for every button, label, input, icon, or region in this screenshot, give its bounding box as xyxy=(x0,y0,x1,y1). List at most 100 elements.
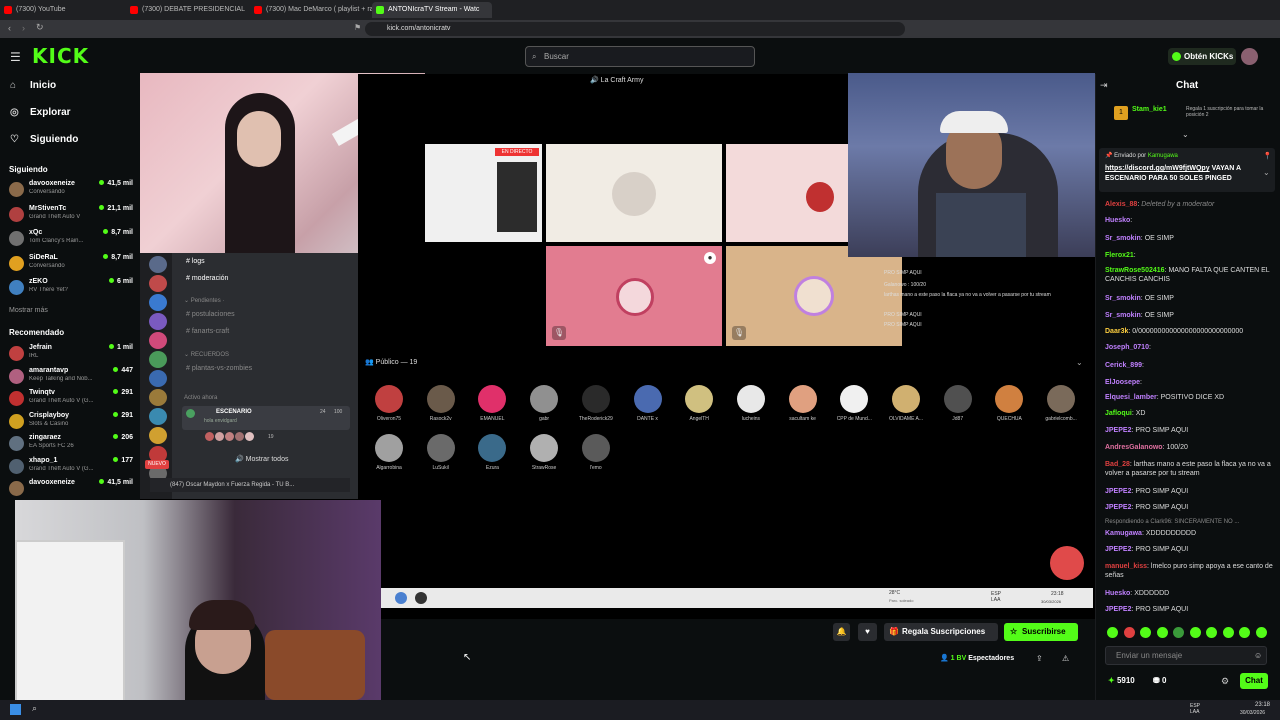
chat-username[interactable]: Cerick_899 xyxy=(1105,362,1142,369)
taskbar-date[interactable]: 30/03/2026 xyxy=(1240,710,1265,716)
expand-pinned-icon[interactable]: ⌄ xyxy=(1182,130,1189,139)
audience-member[interactable]: StrawRose xyxy=(530,434,560,478)
chat-username[interactable]: Elquesi_lamber xyxy=(1105,394,1157,401)
chat-username[interactable]: AndresGalanowo xyxy=(1105,444,1163,451)
chat-username[interactable]: JPEPE2 xyxy=(1105,488,1131,495)
get-kicks-button[interactable]: Obtén KICKs xyxy=(1168,48,1236,65)
kick-logo[interactable]: KICK xyxy=(32,44,89,68)
quick-emote-icon[interactable] xyxy=(1206,627,1217,638)
chat-username[interactable]: Sr_smokin xyxy=(1105,235,1141,242)
chat-username[interactable]: Huesko xyxy=(1105,590,1130,597)
taskbar-time[interactable]: 23:18 xyxy=(1255,702,1270,708)
browser-tab[interactable]: (7300) Mac DeMarco ( playlist + rain xyxy=(250,2,372,18)
chat-username[interactable]: Joseph_0710 xyxy=(1105,344,1149,351)
discord-channel[interactable]: # postulaciones xyxy=(186,311,235,318)
subs-counter[interactable]: ⛃ 0 xyxy=(1153,676,1166,685)
chat-username[interactable]: JPEPE2 xyxy=(1105,606,1131,613)
back-icon[interactable]: ‹ xyxy=(8,23,11,33)
channel-item[interactable]: amarantavp Keep Talking and Nob... 447 xyxy=(9,367,133,389)
share-icon[interactable]: ⇪ xyxy=(1036,654,1043,663)
chat-username[interactable]: Kamugawa xyxy=(1105,530,1142,537)
participant-tile-4[interactable]: 🎙 xyxy=(726,246,902,346)
chat-username[interactable]: JPEPE2 xyxy=(1105,504,1131,511)
menu-icon[interactable]: ☰ xyxy=(10,50,21,64)
audience-member[interactable]: LuSukil xyxy=(426,434,457,478)
audience-member[interactable]: TheRoderick29 xyxy=(579,385,613,429)
bell-icon[interactable]: 🔔 xyxy=(833,623,850,641)
participant-tile-1[interactable] xyxy=(546,144,722,242)
report-icon[interactable]: ⚠ xyxy=(1062,654,1069,663)
quick-emote-icon[interactable] xyxy=(1107,627,1118,638)
chat-username[interactable]: ElJoosepe xyxy=(1105,379,1140,386)
discord-channel[interactable]: # logs xyxy=(186,258,205,265)
discord-server-icon[interactable] xyxy=(149,294,167,311)
subscribe-button[interactable]: ☆ Suscribirse xyxy=(1004,623,1078,641)
audience-member[interactable]: Rasock2v xyxy=(426,385,457,429)
user-avatar[interactable] xyxy=(1241,48,1258,65)
quick-emote-icon[interactable] xyxy=(1156,627,1168,638)
chat-username[interactable]: Sr_smokin xyxy=(1105,295,1141,302)
discord-server-icon[interactable] xyxy=(149,389,167,406)
channel-item[interactable]: xQc Tom Clancy's Rain... 8,7 mil xyxy=(9,229,133,251)
announce-link[interactable]: https://discord.gg/mW9fjtWQpy xyxy=(1105,165,1210,172)
pin-icon[interactable]: 📍 xyxy=(1263,152,1272,160)
collapse-chevron-icon[interactable]: ⌄ xyxy=(1076,358,1083,367)
audience-member[interactable]: QUECHUA xyxy=(995,385,1025,429)
taskbar-lang[interactable]: ESP LAA xyxy=(1190,703,1204,715)
channel-item[interactable]: SiDeRaL Conversando 8,7 mil xyxy=(9,254,133,276)
emoji-icon[interactable]: ☺ xyxy=(1254,647,1262,664)
chat-username[interactable]: manuel_kiss xyxy=(1105,563,1147,570)
search-input[interactable]: ⌕ Buscar xyxy=(525,46,755,67)
audience-member[interactable]: l'emo xyxy=(581,434,612,478)
discord-server-icon[interactable] xyxy=(149,256,167,273)
audience-member[interactable]: AngelTH xyxy=(685,385,715,429)
audience-member[interactable]: Oliveron75 xyxy=(375,385,405,429)
audience-member[interactable]: EMANUEL xyxy=(478,385,508,429)
bookmark-icon[interactable]: ⚑ xyxy=(354,23,361,32)
quick-emote-icon[interactable] xyxy=(1173,627,1184,638)
quick-emote-icon[interactable] xyxy=(1222,627,1234,638)
participant-tile-3[interactable]: ● 🎙 xyxy=(546,246,722,346)
show-more-link[interactable]: Mostrar más xyxy=(9,307,48,314)
channel-item[interactable]: zEKO RV There Yet? 6 mil xyxy=(9,278,133,300)
channel-item[interactable]: davooxeneize 41,5 mil xyxy=(9,479,133,501)
audience-member[interactable]: Algarrobina xyxy=(375,434,405,478)
channel-item[interactable]: Crisplayboy Slots & Casino 291 xyxy=(9,412,133,434)
audience-member[interactable]: Ezura xyxy=(478,434,508,478)
channel-points[interactable]: ✦ 5910 xyxy=(1108,676,1135,685)
chat-username[interactable]: Sr_smokin xyxy=(1105,312,1141,319)
url-field[interactable]: kick.com/antonicratv xyxy=(365,22,905,36)
audience-member[interactable]: gabr xyxy=(530,385,560,429)
discord-server-icon[interactable] xyxy=(149,275,167,292)
quick-emote-icon[interactable] xyxy=(1140,627,1151,638)
chat-username[interactable]: Flerox21 xyxy=(1105,252,1134,259)
forward-icon[interactable]: › xyxy=(22,23,25,33)
browser-tab[interactable]: (7300) DEBATE PRESIDENCIAL 2026 xyxy=(126,2,246,18)
audience-member[interactable]: lucheins xyxy=(736,385,767,429)
audience-member[interactable]: Jd87 xyxy=(943,385,974,429)
gift-subs-button[interactable]: 🎁 Regala Suscripciones xyxy=(884,623,998,641)
chat-username[interactable]: JPEPE2 xyxy=(1105,546,1131,553)
show-all-button[interactable]: 🔊 Mostrar todos xyxy=(235,455,288,463)
chat-username[interactable]: Jafloqui xyxy=(1105,410,1132,417)
discord-server-icon[interactable] xyxy=(149,332,167,349)
chat-settings-icon[interactable]: ⚙ xyxy=(1221,676,1229,687)
chat-username[interactable]: Daar3k xyxy=(1105,328,1128,335)
channel-item[interactable]: xhapo_1 Grand Theft Auto V (G... 177 xyxy=(9,457,133,479)
quick-emote-icon[interactable] xyxy=(1255,627,1267,638)
audience-member[interactable]: sacultam ke xyxy=(788,385,819,429)
quick-emote-icon[interactable] xyxy=(1123,627,1135,638)
discord-server-icon[interactable] xyxy=(149,408,167,425)
now-playing-bar[interactable]: (847) Oscar Maydon x Fuerza Regida - TU … xyxy=(150,478,350,492)
participant-tile-2[interactable] xyxy=(726,144,848,242)
channel-item[interactable]: zingaraez EA Sports FC 26 206 xyxy=(9,434,133,456)
nav-item-inicio[interactable]: ⌂ Inicio xyxy=(10,80,56,91)
chat-input[interactable]: Enviar un mensaje ☺ xyxy=(1105,646,1267,665)
stage-card[interactable]: ESCENARIO hola envidgard 24 100 xyxy=(182,406,350,430)
nav-item-explorar[interactable]: ◎ Explorar xyxy=(10,107,71,118)
announce-expand-icon[interactable]: ⌄ xyxy=(1263,168,1270,177)
chat-username[interactable]: Huesko xyxy=(1105,217,1130,224)
channel-item[interactable]: Jefrain IRL 1 mil xyxy=(9,344,133,366)
quick-emote-icon[interactable] xyxy=(1239,627,1250,638)
audience-member[interactable]: CPP de Mund... xyxy=(837,385,872,429)
